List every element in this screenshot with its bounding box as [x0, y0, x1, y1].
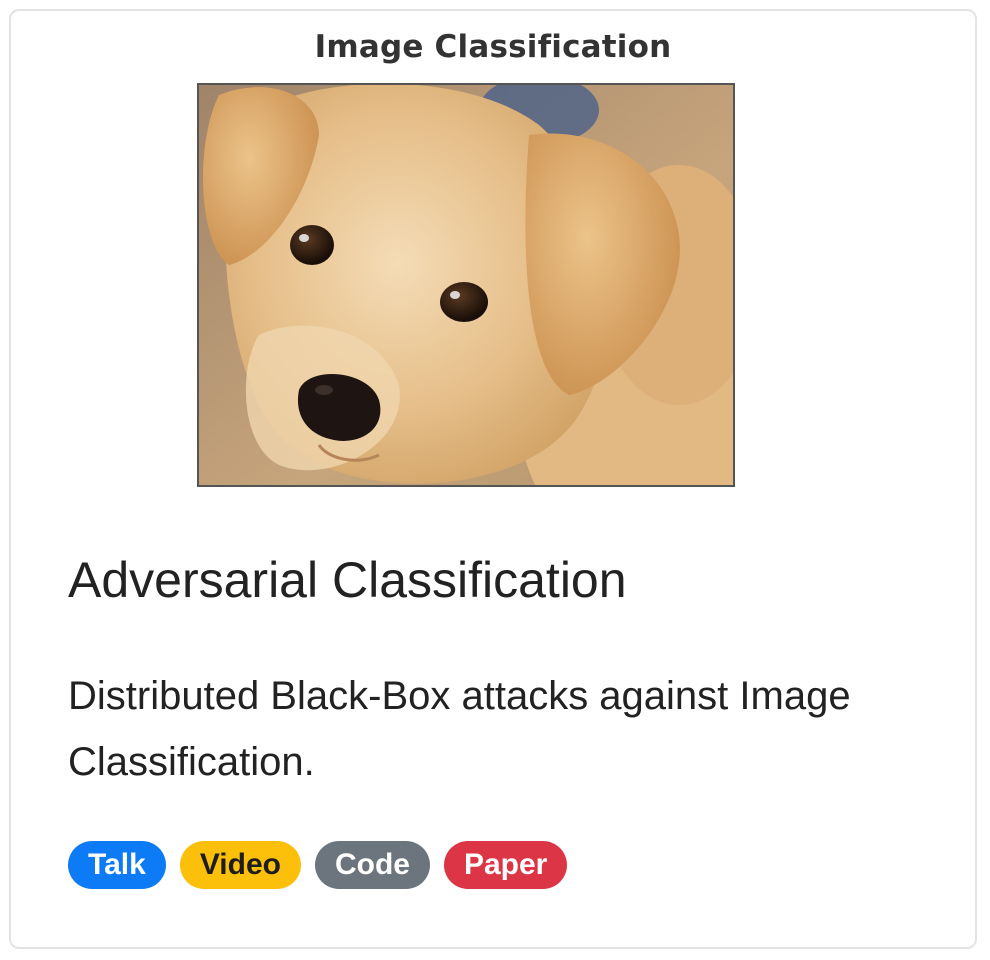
project-title: Adversarial Classification	[68, 552, 627, 608]
link-tags: Talk Video Code Paper	[68, 841, 568, 889]
card-category: Image Classification	[314, 29, 672, 65]
talk-link[interactable]: Talk	[68, 841, 166, 889]
paper-link[interactable]: Paper	[443, 841, 568, 889]
code-link[interactable]: Code	[314, 841, 430, 889]
video-link[interactable]: Video	[179, 841, 301, 889]
puppy-photo	[197, 83, 735, 487]
project-card: Image Classification Adversarial Classif…	[9, 9, 977, 949]
project-description: Distributed Black-Box attacks against Im…	[68, 674, 851, 784]
